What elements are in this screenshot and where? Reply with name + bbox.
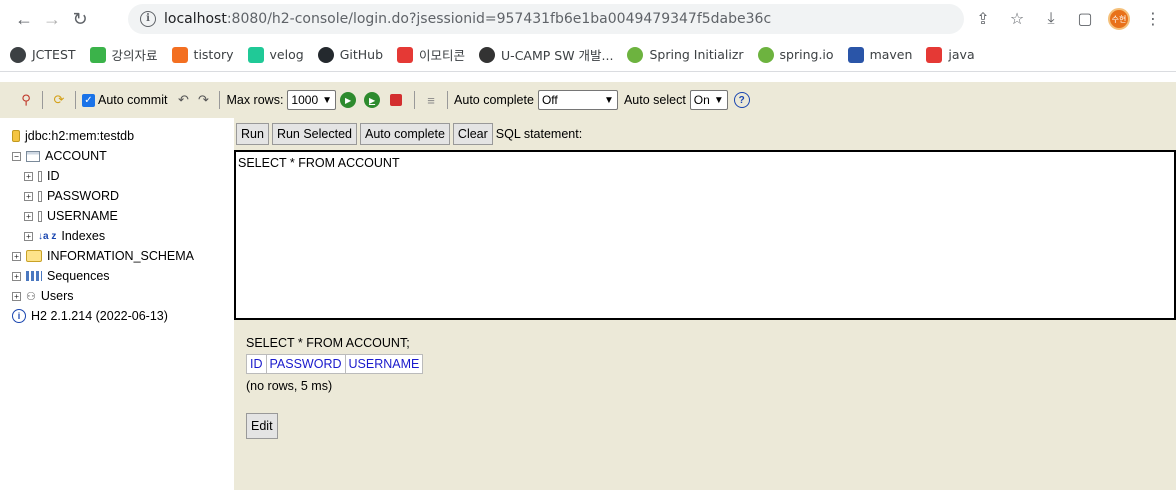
url-path: :8080/h2-console/login.do?jsessionid=957… — [226, 11, 772, 27]
tree-column[interactable]: + PASSWORD — [12, 186, 234, 206]
query-panel: Run Run Selected Auto complete Clear SQL… — [234, 118, 1176, 490]
sql-editor[interactable]: SELECT * FROM ACCOUNT — [234, 150, 1176, 320]
naver-icon — [89, 46, 106, 63]
database-icon — [12, 130, 20, 142]
reload-icon[interactable]: ↻ — [66, 5, 94, 33]
side-panel-icon[interactable]: ▢ — [1070, 4, 1100, 34]
result-column-header[interactable]: PASSWORD — [265, 354, 346, 374]
bookmark-item[interactable]: Spring Initializr — [627, 46, 744, 63]
bookmark-star-icon[interactable]: ☆ — [1002, 4, 1032, 34]
max-rows-select[interactable]: 1000 ▼ — [287, 90, 337, 110]
bookmark-item[interactable]: GitHub — [317, 46, 383, 63]
edit-button[interactable]: Edit — [246, 413, 278, 439]
result-statement: SELECT * FROM ACCOUNT; — [246, 336, 410, 350]
spring-icon — [757, 46, 774, 63]
tree-version: i H2 2.1.214 (2022-06-13) — [12, 306, 234, 326]
result-area: SELECT * FROM ACCOUNT; ID PASSWORD USERN… — [246, 336, 424, 439]
result-table: ID PASSWORD USERNAME — [246, 354, 424, 374]
result-meta: (no rows, 5 ms) — [246, 379, 333, 393]
tree-indexes[interactable]: + ↓a z Indexes — [12, 226, 234, 246]
expand-icon[interactable]: + — [12, 271, 21, 281]
browser-toolbar: ← → ↻ i localhost:8080/h2-console/login.… — [0, 0, 1176, 38]
info-icon: i — [12, 309, 26, 323]
sequences-icon — [26, 271, 42, 281]
java-icon — [926, 46, 943, 63]
column-icon — [38, 190, 42, 202]
bookmark-item[interactable]: 이모티콘 — [397, 45, 465, 64]
bookmarks-bar: JCTEST 강의자료 tistory velog GitHub 이모티콘 U-CAMP S… — [0, 38, 1176, 72]
expand-icon[interactable]: + — [24, 231, 33, 241]
bookmark-item[interactable]: JCTEST — [10, 46, 76, 63]
auto-complete-button[interactable]: Auto complete — [360, 123, 450, 145]
tree-information-schema[interactable]: + INFORMATION_SCHEMA — [12, 246, 234, 266]
kebab-menu-icon[interactable]: ⋮ — [1138, 4, 1168, 34]
index-sort-icon: ↓a z — [38, 230, 57, 242]
tree-column[interactable]: + USERNAME — [12, 206, 234, 226]
result-column-header[interactable]: ID — [246, 354, 267, 374]
maven-icon — [847, 46, 864, 63]
bookmark-item[interactable]: spring.io — [757, 46, 834, 63]
auto-commit-checkbox[interactable]: ✓ — [82, 93, 95, 107]
auto-complete-label: Auto complete — [454, 93, 534, 107]
stop-icon[interactable] — [390, 94, 403, 106]
column-icon — [38, 170, 42, 182]
column-icon — [38, 210, 42, 222]
run-button[interactable]: Run — [236, 123, 269, 145]
profile-avatar[interactable]: 수현 — [1104, 4, 1134, 34]
refresh-icon[interactable]: ⟳ — [49, 90, 69, 110]
run-selected-button[interactable]: Run Selected — [271, 123, 357, 145]
result-column-header[interactable]: USERNAME — [344, 354, 424, 374]
emoticon-icon — [397, 46, 414, 63]
url-host: localhost — [164, 11, 227, 27]
history-icon[interactable]: ≡ — [421, 90, 441, 110]
address-bar[interactable]: i localhost:8080/h2-console/login.do?jse… — [128, 4, 964, 34]
forward-arrow-icon[interactable]: → — [38, 5, 66, 33]
run-icon[interactable]: ▶ — [340, 92, 357, 108]
schema-tree: jdbc:h2:mem:testdb − ACCOUNT + ID + PASS… — [0, 118, 234, 490]
back-arrow-icon[interactable]: ← — [10, 5, 38, 33]
download-icon[interactable]: ⤓ — [1036, 4, 1066, 34]
tistory-icon — [171, 46, 188, 63]
expand-icon[interactable]: + — [24, 191, 33, 201]
bookmark-item[interactable]: U-CAMP SW 개발... — [479, 45, 613, 64]
tree-connection[interactable]: jdbc:h2:mem:testdb — [12, 126, 234, 146]
run-selected-icon[interactable]: ▶ — [364, 92, 381, 108]
expand-icon[interactable]: + — [24, 211, 33, 221]
expand-icon[interactable]: + — [24, 171, 33, 181]
ucamp-icon — [479, 46, 496, 63]
disconnect-icon[interactable]: ⚲ — [16, 90, 36, 110]
share-icon[interactable]: ⇪ — [968, 4, 998, 34]
auto-select-select[interactable]: On ▼ — [689, 90, 728, 110]
collapse-icon[interactable]: − — [12, 151, 21, 161]
auto-select-label: Auto select — [623, 93, 686, 107]
bookmark-item[interactable]: tistory — [171, 46, 234, 63]
bookmark-item[interactable]: 강의자료 — [89, 45, 158, 64]
h2-toolbar: ⚲ ⟳ ✓ Auto commit ↶ ↷ Max rows: 1000 ▼ ▶ … — [0, 82, 1176, 118]
github-icon — [317, 46, 334, 63]
table-icon — [26, 150, 40, 162]
spring-icon — [627, 46, 644, 63]
auto-commit-label: Auto commit — [98, 93, 168, 107]
help-icon[interactable]: ? — [733, 92, 750, 108]
sql-statement-label: SQL statement: — [495, 127, 583, 141]
folder-icon — [26, 250, 42, 262]
auto-complete-select[interactable]: Off ▼ — [537, 90, 618, 110]
commit-icon[interactable]: ↷ — [193, 90, 213, 110]
bookmark-item[interactable]: maven — [847, 46, 912, 63]
tree-users[interactable]: + ⚇ Users — [12, 286, 234, 306]
tree-column[interactable]: + ID — [12, 166, 234, 186]
users-icon: ⚇ — [26, 290, 36, 303]
tree-sequences[interactable]: + Sequences — [12, 266, 234, 286]
rollback-icon[interactable]: ↶ — [173, 90, 193, 110]
clear-button[interactable]: Clear — [452, 123, 493, 145]
globe-icon — [10, 46, 26, 63]
expand-icon[interactable]: + — [12, 251, 21, 261]
bookmark-item[interactable]: velog — [247, 46, 304, 63]
site-info-icon[interactable]: i — [140, 11, 156, 27]
max-rows-label: Max rows: — [226, 93, 284, 107]
tree-table-account[interactable]: − ACCOUNT — [12, 146, 234, 166]
velog-icon — [247, 46, 264, 63]
bookmark-item[interactable]: java — [926, 46, 975, 63]
expand-icon[interactable]: + — [12, 291, 21, 301]
